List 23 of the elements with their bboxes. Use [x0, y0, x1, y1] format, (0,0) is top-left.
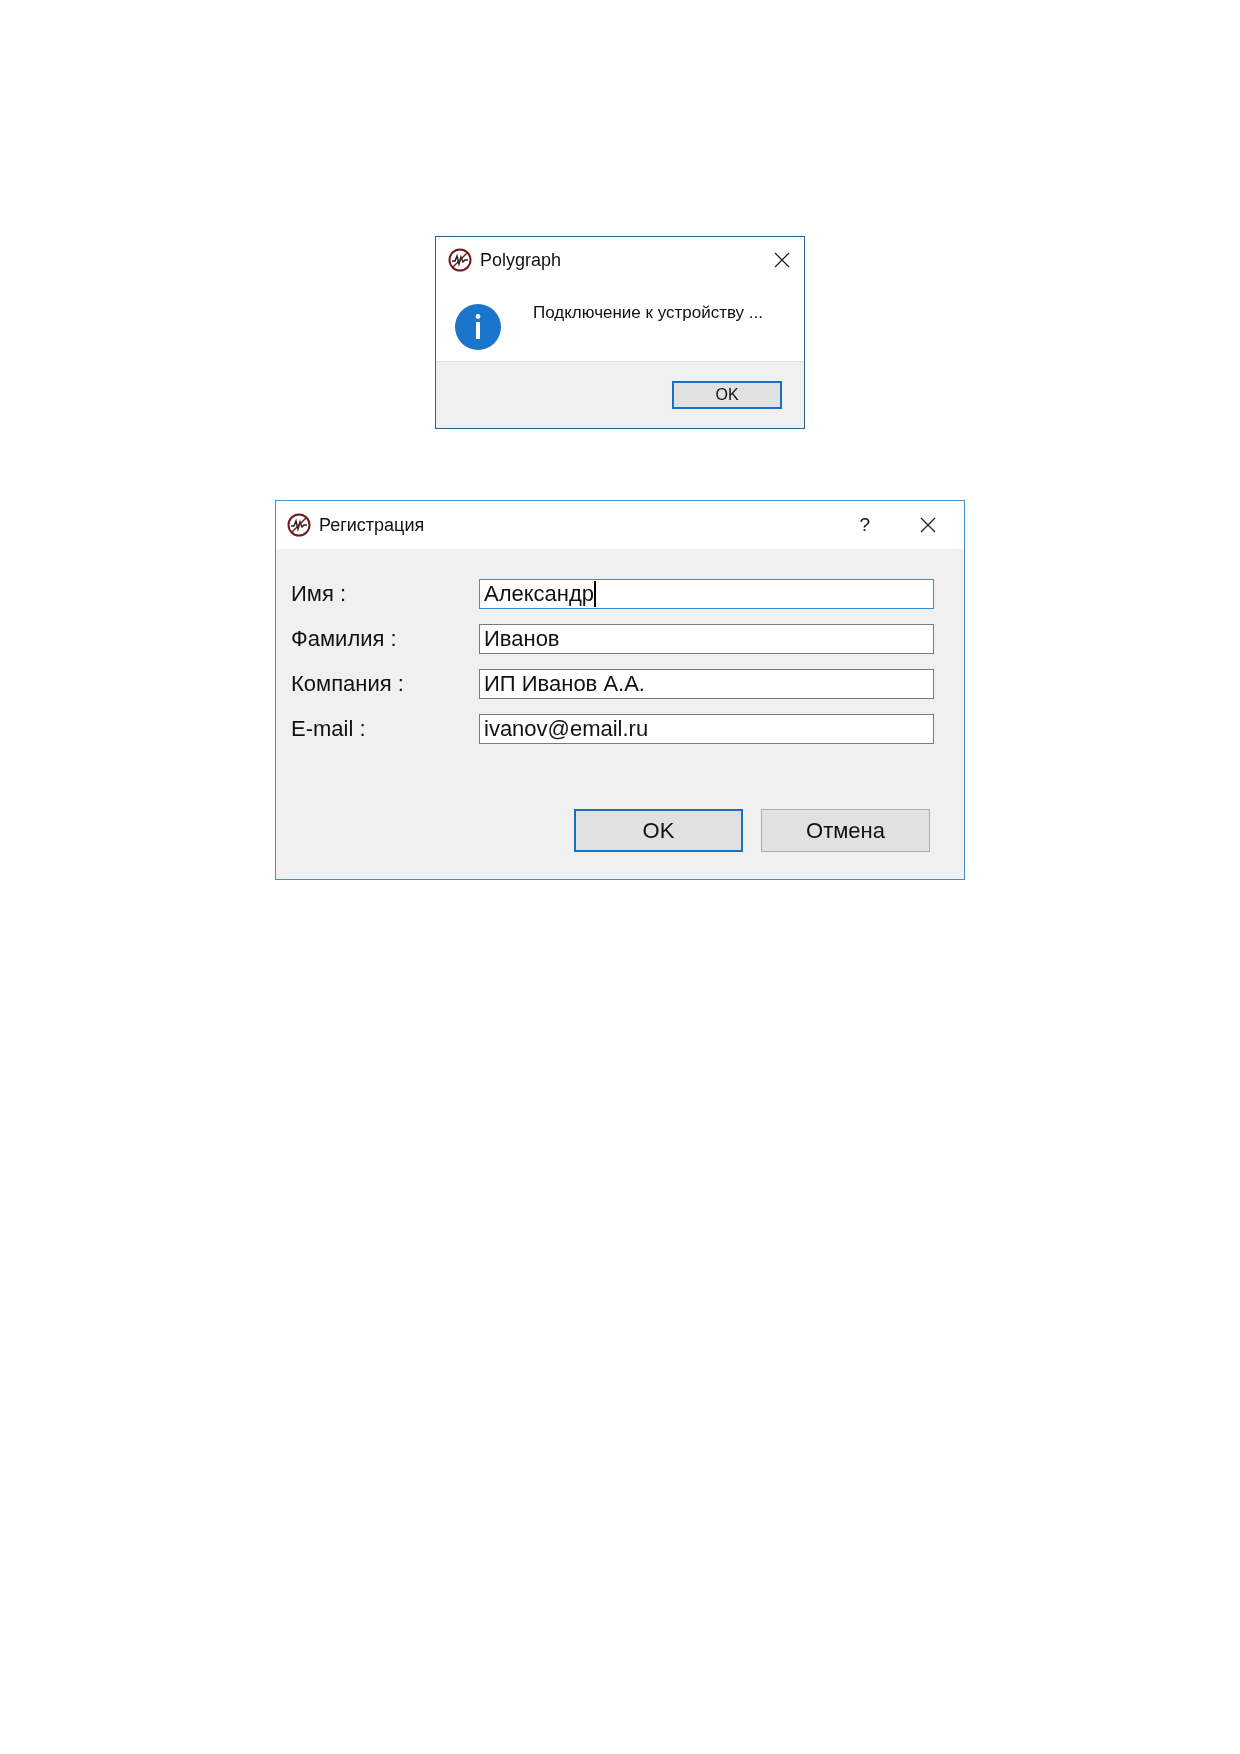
input-field[interactable]: Александр [479, 579, 934, 609]
input-field[interactable]: ivanov@email.ru [479, 714, 934, 744]
ok-button[interactable]: OK [672, 381, 782, 409]
ok-button[interactable]: OK [574, 809, 743, 852]
field-label: Компания : [291, 671, 405, 697]
cancel-button[interactable]: Отмена [761, 809, 930, 852]
app-logo-icon [287, 513, 311, 537]
close-icon [920, 517, 936, 533]
info-icon [455, 304, 501, 350]
field-label: E-mail : [291, 716, 367, 742]
app-logo-icon [448, 248, 472, 272]
help-button[interactable]: ? [855, 514, 874, 536]
input-field[interactable]: Иванов [479, 624, 934, 654]
window-title: Polygraph [480, 249, 563, 271]
close-button[interactable] [918, 515, 938, 535]
message-text: Подключение к устройству ... [533, 303, 763, 323]
text-cursor-icon [594, 581, 597, 607]
field-label: Фамилия : [291, 626, 398, 652]
close-icon [774, 252, 790, 268]
field-label: Имя : [291, 581, 348, 607]
input-field[interactable]: ИП Иванов А.А. [479, 669, 934, 699]
close-button[interactable] [772, 250, 792, 270]
window-title: Регистрация [319, 514, 426, 536]
